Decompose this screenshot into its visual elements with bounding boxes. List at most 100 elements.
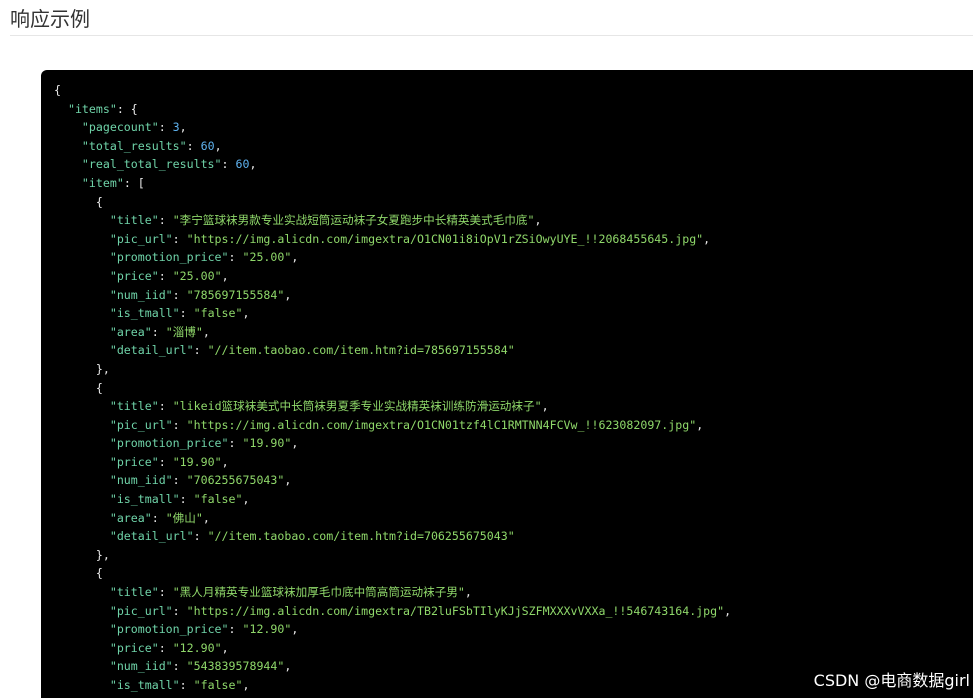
json-punctuation: : bbox=[179, 678, 194, 692]
json-punctuation: : bbox=[172, 659, 187, 674]
json-punctuation: , bbox=[284, 287, 292, 302]
code-line: "num_iid": "706255675043", bbox=[54, 471, 731, 490]
json-punctuation: , bbox=[291, 622, 299, 637]
code-line: "is_tmall": "false", bbox=[54, 304, 731, 323]
json-punctuation: : bbox=[193, 529, 208, 544]
json-punctuation: : bbox=[151, 510, 166, 525]
json-punctuation: : bbox=[186, 138, 201, 153]
code-line: "promotion_price": "19.90", bbox=[54, 434, 731, 453]
json-punctuation: , bbox=[221, 454, 229, 469]
json-punctuation bbox=[54, 120, 82, 134]
json-punctuation bbox=[54, 622, 110, 636]
json-string: "19.90" bbox=[172, 454, 222, 469]
json-string: "李宁篮球袜男款专业实战短筒运动袜子女夏跑步中长精英美式毛巾底" bbox=[172, 213, 535, 228]
json-punctuation: : [ bbox=[123, 175, 145, 190]
json-key: "title" bbox=[109, 213, 159, 228]
json-punctuation bbox=[54, 176, 82, 190]
json-key: "is_tmall" bbox=[109, 492, 180, 507]
json-key: "items" bbox=[67, 101, 117, 116]
json-punctuation bbox=[54, 585, 110, 599]
json-string: "false" bbox=[193, 492, 243, 507]
json-punctuation bbox=[54, 641, 110, 655]
code-line: }, bbox=[54, 546, 731, 565]
code-line: "title": "likeid篮球袜美式中长筒袜男夏季专业实战精英袜训练防滑运… bbox=[54, 397, 731, 416]
watermark: CSDN @电商数据girl bbox=[813, 671, 970, 690]
json-punctuation bbox=[54, 492, 110, 506]
json-punctuation: , bbox=[249, 157, 257, 172]
code-line: "area": "佛山", bbox=[54, 509, 731, 528]
json-punctuation: : bbox=[158, 399, 173, 414]
json-punctuation: : bbox=[158, 120, 173, 135]
json-key: "promotion_price" bbox=[109, 436, 229, 451]
json-punctuation bbox=[54, 269, 110, 283]
json-punctuation bbox=[54, 399, 110, 413]
json-key: "num_iid" bbox=[109, 287, 173, 302]
json-punctuation: : bbox=[158, 454, 173, 469]
code-line: "is_tmall": "false", bbox=[54, 490, 731, 509]
json-punctuation: : { bbox=[116, 101, 138, 116]
code-line: "price": "19.90", bbox=[54, 453, 731, 472]
json-punctuation bbox=[54, 288, 110, 302]
json-punctuation bbox=[54, 436, 110, 450]
json-key: "area" bbox=[109, 324, 152, 339]
json-punctuation: , bbox=[291, 436, 299, 451]
json-punctuation: { bbox=[54, 380, 103, 395]
json-key: "pic_url" bbox=[109, 231, 173, 246]
json-key: "is_tmall" bbox=[109, 678, 180, 692]
code-content[interactable]: { "items": { "pagecount": 3, "total_resu… bbox=[54, 81, 731, 695]
json-punctuation bbox=[54, 102, 68, 116]
json-string: "淄博" bbox=[165, 324, 203, 339]
code-line: "price": "25.00", bbox=[54, 267, 731, 286]
json-punctuation: , bbox=[464, 585, 472, 600]
json-punctuation: , bbox=[214, 138, 222, 153]
json-punctuation: : bbox=[172, 603, 187, 618]
code-line: "area": "淄博", bbox=[54, 323, 731, 342]
json-key: "detail_url" bbox=[109, 343, 194, 358]
json-punctuation bbox=[54, 306, 110, 320]
json-punctuation: , bbox=[724, 603, 732, 618]
json-string: "false" bbox=[193, 306, 243, 321]
json-punctuation: : bbox=[151, 324, 166, 339]
json-string: "//item.taobao.com/item.htm?id=706255675… bbox=[207, 529, 515, 544]
code-line: }, bbox=[54, 360, 731, 379]
code-line: "real_total_results": 60, bbox=[54, 155, 731, 174]
json-punctuation: , bbox=[541, 399, 549, 414]
json-punctuation: : bbox=[221, 157, 236, 172]
json-punctuation: , bbox=[696, 417, 704, 432]
json-punctuation bbox=[54, 511, 110, 525]
json-string: "543839578944" bbox=[186, 659, 285, 674]
section-title: 响应示例 bbox=[10, 7, 90, 31]
json-string: "佛山" bbox=[165, 510, 203, 525]
code-line: "items": { bbox=[54, 100, 731, 119]
code-line: "pic_url": "https://img.alicdn.com/imgex… bbox=[54, 602, 731, 621]
json-key: "title" bbox=[109, 585, 159, 600]
json-punctuation: : bbox=[158, 585, 173, 600]
json-punctuation bbox=[54, 325, 110, 339]
json-string: "785697155584" bbox=[186, 287, 285, 302]
json-punctuation: , bbox=[242, 306, 250, 321]
json-punctuation: { bbox=[54, 83, 61, 97]
json-punctuation: , bbox=[291, 250, 299, 265]
json-punctuation: , bbox=[284, 473, 292, 488]
json-string: "likeid篮球袜美式中长筒袜男夏季专业实战精英袜训练防滑运动袜子" bbox=[172, 399, 542, 414]
code-line: "title": "黑人月精英专业篮球袜加厚毛巾底中筒高筒运动袜子男", bbox=[54, 583, 731, 602]
json-key: "area" bbox=[109, 510, 152, 525]
json-number: 3 bbox=[172, 120, 180, 135]
json-key: "is_tmall" bbox=[109, 306, 180, 321]
json-punctuation: , bbox=[703, 231, 711, 246]
json-key: "pic_url" bbox=[109, 603, 173, 618]
code-line: { bbox=[54, 193, 731, 212]
code-line: "detail_url": "//item.taobao.com/item.ht… bbox=[54, 527, 731, 546]
json-key: "num_iid" bbox=[109, 659, 173, 674]
json-punctuation bbox=[54, 157, 82, 171]
json-number: 60 bbox=[200, 138, 215, 153]
code-line: "item": [ bbox=[54, 174, 731, 193]
json-string: "//item.taobao.com/item.htm?id=785697155… bbox=[207, 343, 515, 358]
code-line: "price": "12.90", bbox=[54, 639, 731, 658]
json-key: "item" bbox=[81, 175, 124, 190]
json-key: "promotion_price" bbox=[109, 622, 229, 637]
code-line: "num_iid": "785697155584", bbox=[54, 286, 731, 305]
code-line: "num_iid": "543839578944", bbox=[54, 657, 731, 676]
json-string: "706255675043" bbox=[186, 473, 285, 488]
json-punctuation: : bbox=[172, 287, 187, 302]
